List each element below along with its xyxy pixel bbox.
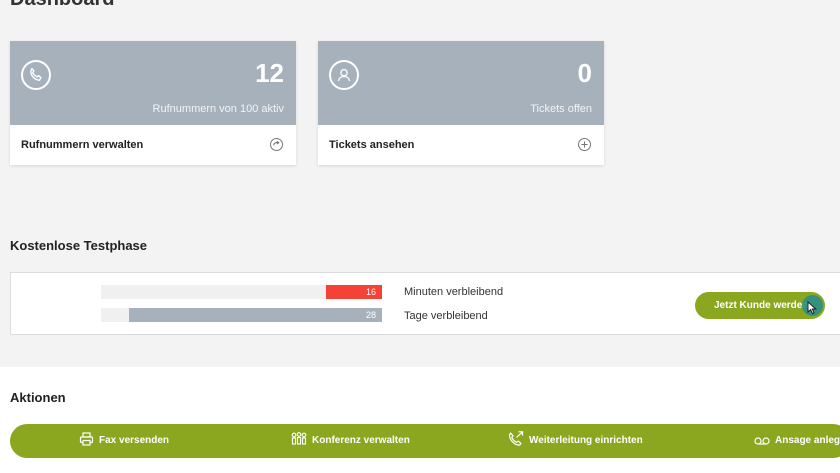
announcement-create-label: Ansage anlegen [775, 435, 840, 446]
view-tickets-label: Tickets ansehen [329, 139, 415, 151]
days-remaining-label: Tage verbleibend [404, 310, 488, 322]
conference-icon [291, 432, 307, 445]
days-progress-fill: 28 [129, 308, 382, 322]
forwarding-setup-button[interactable]: Weiterleitung einrichten [508, 424, 643, 458]
voicemail-icon [754, 437, 770, 445]
trial-panel: 16 Minuten verbleibend 28 Tage verbleibe… [10, 272, 840, 335]
actions-bar: Fax versenden Konferenz verwalten Weiter… [10, 424, 840, 458]
active-numbers-count: 12 [255, 58, 284, 88]
open-tickets-count: 0 [577, 58, 592, 88]
user-icon [329, 60, 359, 90]
minutes-remaining-label: Minuten verbleibend [404, 286, 504, 298]
printer-icon [79, 432, 94, 446]
card-header: 0 Tickets offen [318, 41, 604, 125]
conference-manage-button[interactable]: Konferenz verwalten [291, 424, 410, 458]
trial-section-title: Kostenlose Testphase [10, 238, 148, 253]
minutes-progress-fill: 16 [325, 285, 382, 299]
phone-numbers-card: 12 Rufnummern von 100 aktiv Rufnummern v… [10, 41, 296, 165]
view-tickets-link[interactable]: Tickets ansehen [318, 125, 604, 165]
become-customer-label: Jetzt Kunde werden [714, 300, 809, 311]
actions-section-title: Aktionen [10, 390, 66, 405]
conference-manage-label: Konferenz verwalten [312, 435, 410, 446]
plus-circle-icon[interactable] [578, 138, 591, 151]
page-title: Dashboard [10, 0, 114, 11]
open-tickets-subtitle: Tickets offen [530, 103, 592, 115]
manage-numbers-label: Rufnummern verwalten [21, 139, 144, 151]
arrow-circle-icon[interactable] [270, 138, 283, 151]
forwarding-setup-label: Weiterleitung einrichten [529, 435, 643, 446]
days-progress-bar: 28 [101, 308, 382, 322]
become-customer-button[interactable]: Jetzt Kunde werden [695, 292, 825, 319]
tickets-card: 0 Tickets offen Tickets ansehen [318, 41, 604, 165]
fax-send-button[interactable]: Fax versenden [79, 424, 169, 458]
phone-forward-icon [508, 431, 524, 446]
fax-send-label: Fax versenden [99, 435, 170, 446]
phone-icon [21, 60, 51, 90]
mouse-cursor-icon [807, 301, 817, 315]
card-header: 12 Rufnummern von 100 aktiv [10, 41, 296, 125]
minutes-progress-bar: 16 [101, 285, 382, 299]
active-numbers-subtitle: Rufnummern von 100 aktiv [152, 103, 284, 115]
announcement-create-button[interactable]: Ansage anlegen [754, 424, 840, 458]
manage-numbers-link[interactable]: Rufnummern verwalten [10, 125, 296, 165]
